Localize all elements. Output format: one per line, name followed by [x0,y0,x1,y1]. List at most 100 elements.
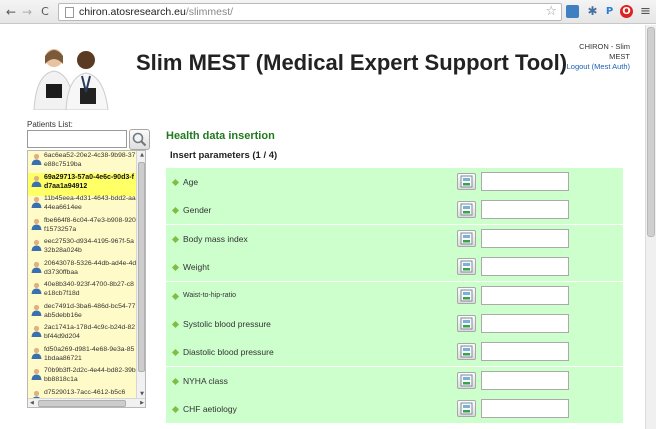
param-picker-button[interactable] [457,258,476,276]
patient-id: fd50a269-d981-4e68-9e3a-851bdaa86721 [44,345,135,362]
param-picker-button[interactable] [457,201,476,219]
patient-list-item[interactable]: 69a29713-57a0-4e6c-90d3-fd7aa1a94912 [28,172,137,196]
patient-list-hscroll-thumb[interactable] [38,400,126,407]
bullet-icon [171,292,180,300]
param-row: Gender [166,196,623,225]
calculator-icon [460,175,473,188]
patient-icon [31,347,42,359]
param-input[interactable] [481,285,569,305]
patient-icon [31,218,42,230]
param-label: CHF aetiology [183,404,237,415]
param-picker-button[interactable] [457,173,476,190]
bullet-icon [171,235,180,243]
param-input[interactable] [481,200,569,220]
scroll-right-icon[interactable]: ▶ [140,400,144,406]
patient-search-input[interactable] [27,130,127,148]
bullet-icon [171,207,180,215]
param-input[interactable] [481,399,569,419]
patient-list-item[interactable]: eec27530-d934-4195-967f-5a32b28a024b [28,237,137,260]
p-extension-icon[interactable]: P [603,5,616,18]
patient-list-item[interactable]: 20643078-5326-44db-ad4e-4dd3730ffbaa [28,259,137,282]
patient-id: 20643078-5326-44db-ad4e-4dd3730ffbaa [44,259,137,276]
bullet-icon [171,349,180,357]
param-row: Age [166,168,623,196]
param-label: Waist-to-hip-ratio [183,291,237,299]
param-picker-button[interactable] [457,286,476,304]
scroll-up-icon[interactable]: ▲ [138,152,145,158]
param-label: Gender [183,205,212,216]
patient-list-item[interactable]: 6ac6ea52-20e2-4c38-9b98-37e88c7519ba [28,151,137,174]
param-input[interactable] [481,370,569,390]
calculator-icon [460,203,473,216]
search-button[interactable] [129,129,150,150]
patient-icon [31,261,42,273]
param-picker-button[interactable] [457,343,476,361]
bullet-icon [171,406,180,414]
param-picker-button[interactable] [457,229,476,247]
param-input[interactable] [481,342,569,362]
extension-icon[interactable] [566,5,579,18]
logout-link[interactable]: Logout (Mest Auth) [560,62,630,72]
param-label: Weight [183,262,210,273]
param-label: Diastolic blood pressure [183,347,274,358]
patient-id: 69a29713-57a0-4e6c-90d3-fd7aa1a94912 [44,173,134,190]
patient-list-item[interactable]: fbe664f8-6c04-47e3-b908-920f1573257a [28,216,137,239]
url-path: /slimmest/ [185,6,234,18]
param-picker-button[interactable] [457,371,476,389]
patient-list-item[interactable]: 70b9b3ff-2d2c-4e44-bd82-39bbb8818c1a [28,366,137,389]
patients-list-label: Patients List: [27,120,73,129]
param-label: Systolic blood pressure [183,319,271,329]
menu-icon[interactable]: ≡ [640,4,651,19]
forward-arrow-icon[interactable]: → [20,4,34,20]
param-input[interactable] [481,172,569,191]
param-picker-button[interactable] [457,400,476,418]
param-input[interactable] [481,257,569,277]
patient-list-item[interactable]: dec7491d-3ba6-486d-bc54-77ab5debb16e [28,302,137,325]
param-row: Diastolic blood pressure [166,338,623,367]
search-icon [132,132,147,147]
patient-icon [31,175,42,187]
doctors-logo [33,49,109,110]
patient-id: 6ac6ea52-20e2-4c38-9b98-37e88c7519ba [44,152,136,168]
calculator-icon [460,232,473,245]
patient-id: d7529013-7acc-4612-b5c6 [44,388,126,396]
page-icon [65,7,74,18]
back-arrow-icon[interactable]: ← [4,4,18,20]
user-box: CHIRON - Slim MEST Logout (Mest Auth) [560,42,630,72]
param-row: Systolic blood pressure [166,310,623,338]
calculator-icon [460,260,473,273]
opera-icon[interactable]: O [620,5,633,18]
app-title: Slim MEST (Medical Expert Support Tool) [136,50,568,75]
param-picker-button[interactable] [457,315,476,332]
calculator-icon [460,345,473,358]
param-row: Waist-to-hip-ratio [166,281,623,310]
patient-list-item[interactable]: fd50a269-d981-4e68-9e3a-851bdaa86721 [28,345,137,368]
star-icon[interactable]: ☆ [545,4,557,20]
url-text[interactable]: chiron.atosresearch.eu/slimmest/ [79,6,233,19]
scroll-left-icon[interactable]: ◀ [30,400,34,406]
patient-id: 40e8b340-923f-4700-8b27-c8e18cb7f18d [44,281,134,297]
calculator-icon [460,317,473,330]
bullet-icon [171,264,180,272]
patient-list-item[interactable]: 40e8b340-923f-4700-8b27-c8e18cb7f18d [28,280,137,303]
param-row: Body mass index [166,224,623,253]
calculator-icon [460,402,473,415]
puzzle-icon[interactable]: ✱ [586,5,599,18]
patient-list-item[interactable]: 2ac1741a-178d-4c9c-b24d-82bf44d9d204 [28,323,137,346]
patient-id: eec27530-d934-4195-967f-5a32b28a024b [44,238,134,254]
param-input[interactable] [481,314,569,333]
url-host: chiron.atosresearch.eu [79,6,186,18]
user-project: CHIRON - Slim MEST [579,42,630,61]
address-bar[interactable]: chiron.atosresearch.eu/slimmest/ ☆ [58,3,562,21]
patient-id: 70b9b3ff-2d2c-4e44-bd82-39bbb8818c1a [44,367,136,383]
patient-list-hscrollbar[interactable]: ◀ ▶ [28,398,145,407]
param-input[interactable] [481,228,569,248]
patient-icon [31,282,42,294]
patient-list-vscrollbar[interactable]: ▲ ▼ [136,151,145,398]
page-scrollbar[interactable] [645,25,656,429]
patient-list-vscroll-thumb[interactable] [138,162,145,372]
patient-list-item[interactable]: 11b45eea-4d31-4643-bdd2-aa44ea6614ee [28,194,137,217]
scroll-down-icon[interactable]: ▼ [138,391,145,397]
page-scrollbar-thumb[interactable] [647,27,655,237]
reload-icon[interactable]: C [38,4,52,20]
